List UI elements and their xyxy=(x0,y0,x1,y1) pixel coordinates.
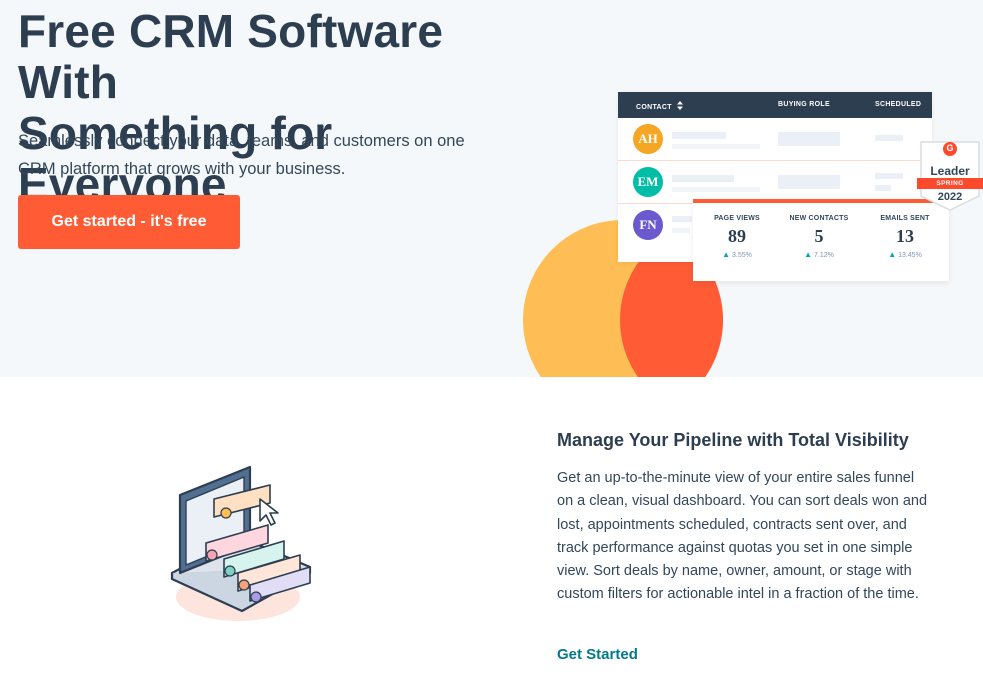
g2-logo-icon: G xyxy=(946,143,954,153)
hero-section: Free CRM Software With Something for Eve… xyxy=(0,0,983,377)
stat-emails-sent: EMAILS SENT 13 ▲ 13.45% xyxy=(863,215,947,259)
hero-title-line-1: Free CRM Software With xyxy=(18,5,444,108)
g2-leader-badge: G Leader SPRING 2022 xyxy=(917,140,983,212)
feature-title: Manage Your Pipeline with Total Visibili… xyxy=(557,430,909,450)
stats-card: PAGE VIEWS 89 ▲ 3.55% NEW CONTACTS 5 ▲ 7… xyxy=(693,199,949,281)
stat-label: NEW CONTACTS xyxy=(789,215,849,222)
trend-up-icon: ▲ xyxy=(888,250,897,259)
badge-title: Leader xyxy=(930,164,970,178)
laptop-dashboard-illustration xyxy=(170,465,312,621)
table-header: CONTACT BUYING ROLE SCHEDULED xyxy=(618,92,932,118)
sort-arrows-icon xyxy=(677,101,684,110)
stat-value: 5 xyxy=(814,226,824,246)
stat-label: PAGE VIEWS xyxy=(714,215,760,222)
stat-change: ▲ 13.45% xyxy=(888,250,922,259)
stat-change: ▲ 7.12% xyxy=(804,250,834,259)
column-header-contact: CONTACT xyxy=(636,101,684,111)
badge-season: SPRING xyxy=(917,178,983,189)
avatar: FN xyxy=(633,210,663,240)
trend-up-icon: ▲ xyxy=(804,250,813,259)
get-started-link[interactable]: Get Started xyxy=(557,646,638,663)
stat-page-views: PAGE VIEWS 89 ▲ 3.55% xyxy=(695,215,779,259)
feature-description: Get an up-to-the-minute view of your ent… xyxy=(557,470,928,603)
table-row: EM xyxy=(618,161,932,204)
trend-up-icon: ▲ xyxy=(722,250,731,259)
column-header-buying-role: BUYING ROLE xyxy=(778,101,830,108)
badge-year: 2022 xyxy=(937,191,963,203)
column-header-scheduled: SCHEDULED xyxy=(875,101,922,108)
stat-change: ▲ 3.55% xyxy=(722,250,752,259)
stat-value: 13 xyxy=(896,226,914,246)
stat-new-contacts: NEW CONTACTS 5 ▲ 7.12% xyxy=(777,215,861,259)
avatar: AH xyxy=(633,124,663,154)
hero-subtitle: Seamlessly connect your data, teams, and… xyxy=(18,132,465,178)
get-started-free-button[interactable]: Get started - it's free xyxy=(18,195,240,249)
avatar: EM xyxy=(633,167,663,197)
table-row: AH xyxy=(618,118,932,161)
stat-label: EMAILS SENT xyxy=(880,215,930,222)
stat-value: 89 xyxy=(728,226,746,246)
